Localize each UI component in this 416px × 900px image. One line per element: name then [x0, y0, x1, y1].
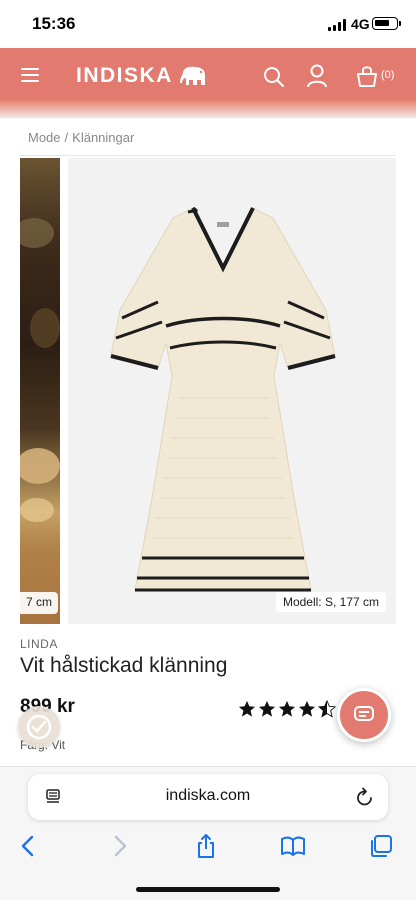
url-text[interactable]: indiska.com [28, 787, 388, 805]
network-label: 4G [351, 16, 370, 32]
tabs-icon[interactable] [368, 833, 394, 859]
dress-image [110, 206, 336, 592]
elephant-icon [179, 66, 205, 85]
address-bar[interactable]: indiska.com [28, 774, 388, 820]
cart-count[interactable]: (0) [381, 69, 394, 81]
star-icon [258, 700, 276, 717]
back-icon[interactable] [16, 833, 42, 859]
reload-icon[interactable] [356, 787, 374, 807]
breadcrumb: Mode / Klänningar [28, 130, 134, 145]
browser-toolbar [0, 829, 416, 861]
half-star-icon [318, 700, 336, 718]
status-bar: 15:36 4G [0, 0, 416, 48]
user-icon[interactable] [306, 64, 328, 88]
menu-icon[interactable] [21, 68, 39, 82]
star-icon [238, 700, 256, 717]
star-icon [298, 700, 316, 717]
cart-icon[interactable] [356, 64, 378, 88]
main-product-image[interactable]: Modell: S, 177 cm [68, 158, 396, 624]
badge-icon [26, 714, 52, 740]
logo-text: INDISKA [76, 64, 173, 87]
chat-button[interactable] [337, 688, 391, 742]
browser-bottom-bar: indiska.com [0, 766, 416, 900]
status-time: 15:36 [32, 14, 76, 33]
star-icon [278, 700, 296, 717]
header-strip [0, 100, 416, 118]
battery-icon [372, 17, 401, 30]
breadcrumb-item-klanningar[interactable]: Klänningar [72, 130, 134, 145]
home-indicator [136, 887, 280, 892]
model-info: Modell: S, 177 cm [275, 592, 386, 612]
site-header: INDISKA (0) [0, 48, 416, 106]
product-brand[interactable]: LINDA [20, 637, 58, 651]
previous-image[interactable] [20, 158, 60, 624]
chat-icon [354, 706, 374, 721]
divider [20, 155, 396, 156]
product-gallery[interactable]: Modell: S, 177 cm [0, 158, 416, 626]
bookmarks-icon[interactable] [280, 833, 306, 859]
search-icon[interactable] [263, 66, 285, 88]
logo[interactable]: INDISKA [76, 64, 209, 88]
breadcrumb-item-mode[interactable]: Mode [28, 130, 61, 145]
previous-image-caption: 7 cm [20, 592, 59, 614]
product-title: Vit hålstickad klänning [20, 654, 228, 677]
help-badge[interactable] [18, 706, 60, 748]
share-icon[interactable] [193, 833, 219, 859]
breadcrumb-separator: / [64, 130, 69, 145]
forward-icon[interactable] [106, 833, 132, 859]
signal-icon [328, 19, 346, 31]
product-rating[interactable] [238, 700, 336, 718]
